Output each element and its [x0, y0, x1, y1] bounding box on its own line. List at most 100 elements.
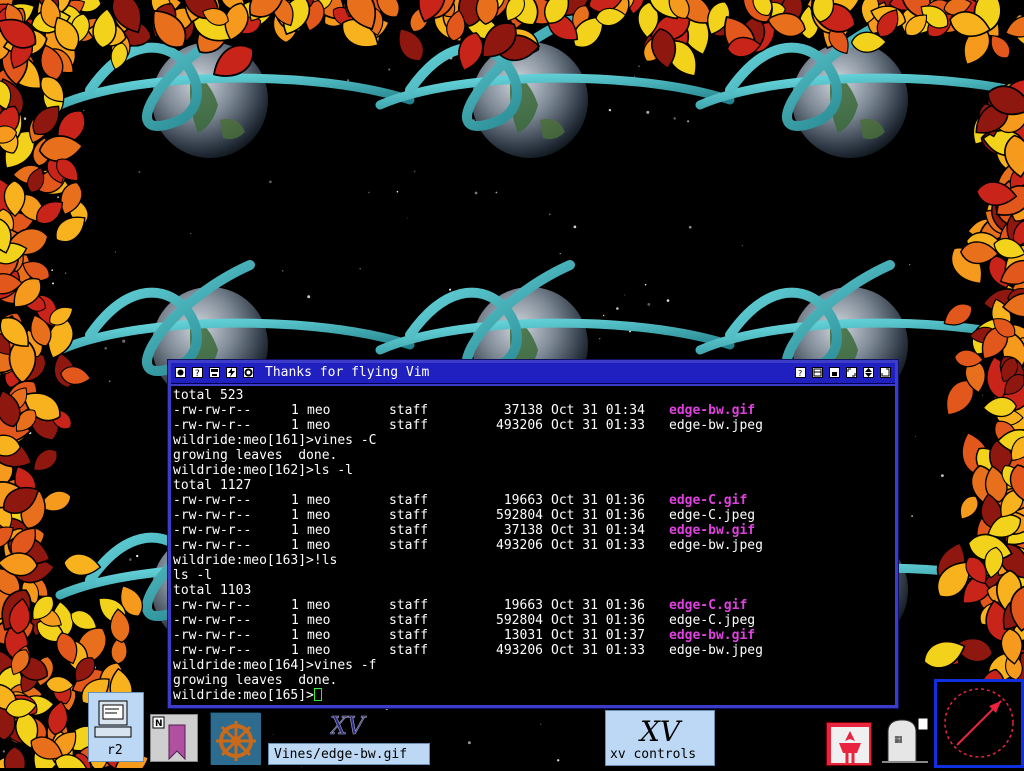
resize-icon[interactable]	[846, 367, 857, 378]
file-group: staff	[389, 403, 429, 418]
file-name: edge-bw.jpeg	[669, 538, 763, 553]
terminal-text: ls -l	[173, 568, 213, 583]
file-group: staff	[389, 508, 429, 523]
file-name: edge-C.jpeg	[669, 508, 756, 523]
file-size: 592804	[496, 613, 543, 628]
terminal-text: total 1127	[173, 478, 252, 493]
file-size: 37138	[503, 403, 543, 418]
ship-wheel-icon[interactable]	[210, 712, 261, 765]
file-owner: meo	[307, 523, 331, 538]
file-links: 1	[291, 598, 299, 613]
file-permissions: -rw-rw-r--	[173, 508, 252, 523]
maximize-icon[interactable]	[880, 367, 891, 378]
svg-text:▦: ▦	[894, 735, 903, 745]
file-size: 493206	[496, 418, 543, 433]
terminal-line: growing leaves done.	[173, 448, 337, 463]
tombstone-icon[interactable]: ▦	[878, 714, 932, 766]
terminal-text: wildride:meo[163]>!ls	[173, 553, 338, 568]
terminal-line: total 1127	[173, 478, 251, 493]
xv-logo-small: XV	[328, 712, 374, 741]
compass-icon[interactable]	[934, 679, 1024, 768]
file-group: staff	[389, 598, 429, 613]
question-box-icon[interactable]: ?	[795, 367, 806, 378]
terminal-line: ls -l	[173, 568, 212, 583]
file-links: 1	[291, 538, 299, 553]
terminal-text: total 523	[173, 388, 244, 403]
terminal-text: total 1103	[173, 583, 252, 598]
xv-controls-label: xv controls	[610, 747, 697, 762]
file-date: Oct 31 01:36	[551, 598, 645, 613]
svg-text:?: ?	[798, 369, 802, 377]
terminal-line: wildride:meo[164]>vines -f	[173, 658, 377, 673]
file-size: 37138	[503, 523, 543, 538]
file-name: edge-C.gif	[669, 598, 748, 613]
file-name: edge-bw.gif	[669, 403, 756, 418]
file-date: Oct 31 01:34	[551, 403, 645, 418]
file-name: edge-bw.jpeg	[669, 643, 763, 658]
file-name: edge-C.jpeg	[669, 613, 756, 628]
iconify-icon[interactable]	[829, 367, 840, 378]
file-permissions: -rw-rw-r--	[173, 523, 252, 538]
close-icon[interactable]	[175, 367, 186, 378]
file-date: Oct 31 01:36	[551, 613, 645, 628]
file-permissions: -rw-rw-r--	[173, 493, 252, 508]
text-cursor	[313, 688, 322, 701]
file-group: staff	[389, 523, 429, 538]
vim-terminal-window[interactable]: ? Thanks for flying Vim ? total 523 -rw-…	[168, 360, 898, 708]
file-size: 19663	[503, 598, 543, 613]
file-permissions: -rw-rw-r--	[173, 643, 252, 658]
save-icon[interactable]	[209, 367, 220, 378]
file-owner: meo	[307, 538, 331, 553]
file-links: 1	[291, 613, 299, 628]
vines-window-icon[interactable]: Vines/edge-bw.gif	[268, 743, 430, 765]
file-permissions: -rw-rw-r--	[173, 598, 252, 613]
bookmark-icon[interactable]: N	[150, 714, 198, 762]
xv-logo-small-text: XV	[330, 712, 367, 740]
file-date: Oct 31 01:36	[551, 493, 645, 508]
file-owner: meo	[307, 418, 331, 433]
file-links: 1	[291, 508, 299, 523]
shell-prompt-line: wildride:meo[165]>	[173, 688, 322, 703]
file-size: 493206	[496, 643, 543, 658]
r2-terminal-icon[interactable]: r2	[88, 692, 144, 762]
xv-controls-icon[interactable]: XV xv controls	[605, 710, 715, 766]
file-date: Oct 31 01:33	[551, 418, 645, 433]
file-owner: meo	[307, 508, 331, 523]
help-icon[interactable]: ?	[192, 367, 203, 378]
file-size: 592804	[496, 508, 543, 523]
file-owner: meo	[307, 403, 331, 418]
terminal-text: growing leaves done.	[173, 448, 338, 463]
terminal-line: growing leaves done.	[173, 673, 337, 688]
file-owner: meo	[307, 493, 331, 508]
window-list-icon[interactable]	[812, 367, 823, 378]
terminal-text: wildride:meo[164]>vines -f	[173, 658, 377, 673]
file-group: staff	[389, 613, 429, 628]
file-name: edge-C.gif	[669, 493, 748, 508]
shell-prompt: wildride:meo[165]>	[173, 688, 314, 703]
gear-icon[interactable]	[243, 367, 254, 378]
file-owner: meo	[307, 628, 331, 643]
file-group: staff	[389, 418, 429, 433]
window-titlebar[interactable]: ? Thanks for flying Vim ?	[171, 363, 895, 384]
terminal-line: total 523	[173, 388, 243, 403]
lightning-icon[interactable]	[226, 367, 237, 378]
file-permissions: -rw-rw-r--	[173, 418, 252, 433]
file-group: staff	[389, 643, 429, 658]
app-launcher-icon[interactable]	[826, 722, 872, 766]
file-links: 1	[291, 523, 299, 538]
file-permissions: -rw-rw-r--	[173, 613, 252, 628]
file-size: 13031	[503, 628, 543, 643]
terminal-line: total 1103	[173, 583, 251, 598]
terminal-text: wildride:meo[161]>vines -C	[173, 433, 377, 448]
file-size: 493206	[496, 538, 543, 553]
raise-lower-icon[interactable]	[863, 367, 874, 378]
file-name: edge-bw.gif	[669, 628, 756, 643]
file-permissions: -rw-rw-r--	[173, 628, 252, 643]
vines-window-label: Vines/edge-bw.gif	[274, 747, 408, 762]
file-permissions: -rw-rw-r--	[173, 538, 252, 553]
file-group: staff	[389, 493, 429, 508]
terminal-output[interactable]: total 523 -rw-rw-r-- 1 meo staff 37138 Oct 31 …	[171, 386, 895, 705]
terminal-line: wildride:meo[162]>ls -l	[173, 463, 353, 478]
terminal-text: wildride:meo[162]>ls -l	[173, 463, 354, 478]
file-owner: meo	[307, 598, 331, 613]
